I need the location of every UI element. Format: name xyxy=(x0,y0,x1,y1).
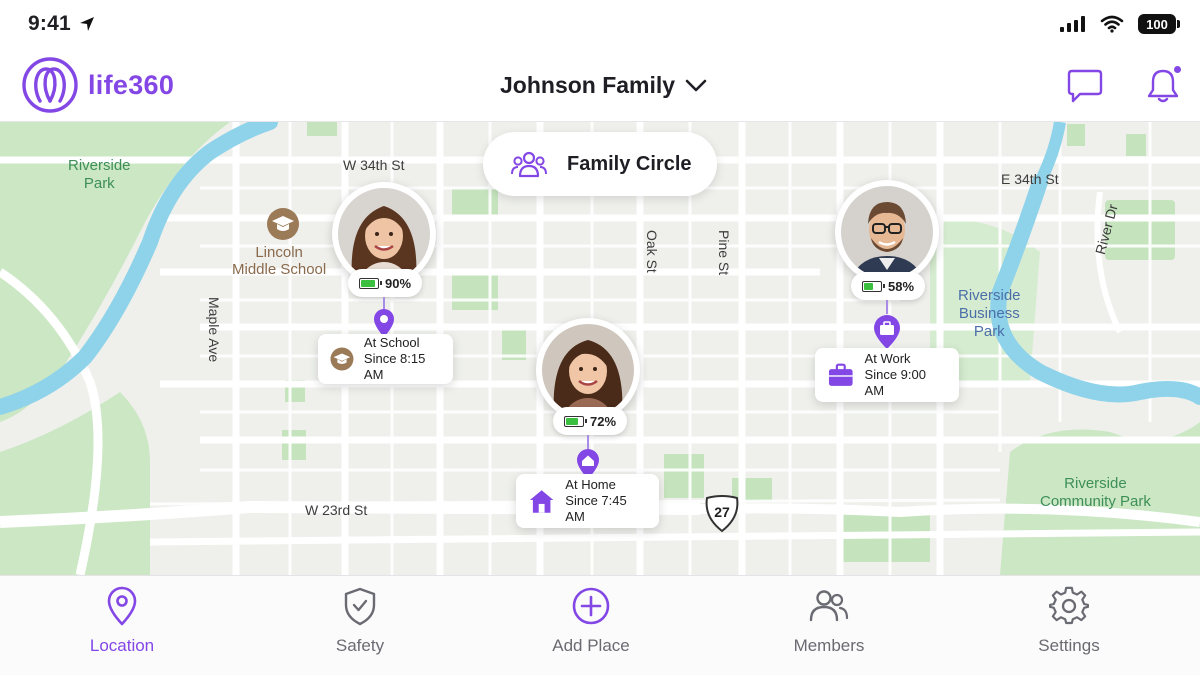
pin-stem-3 xyxy=(886,300,888,314)
battery-fill-2 xyxy=(566,417,578,425)
nav-label-location: Location xyxy=(89,636,155,655)
circle-selector[interactable]: Johnson Family xyxy=(500,72,707,99)
street-label-maple: Maple Ave xyxy=(206,297,222,363)
member-battery-text-1: 90% xyxy=(385,275,412,291)
chat-bubble-icon xyxy=(1067,69,1103,103)
gear-icon xyxy=(1049,586,1089,625)
battery-fill-1 xyxy=(361,279,376,287)
status-bar: 9:41 100 xyxy=(0,0,1200,50)
street-label-e34: E 34th St xyxy=(1001,171,1059,187)
street-label-pine: Pine St xyxy=(716,230,732,276)
nav-label-members: Members xyxy=(793,636,865,655)
member-battery-3: 58% xyxy=(851,272,926,300)
family-circle-label: Family Circle xyxy=(567,152,692,175)
place-since-home: Since 7:45 AM xyxy=(565,493,627,524)
member-battery-text-3: 58% xyxy=(888,278,915,294)
notification-badge xyxy=(1172,64,1183,75)
family-circle-button[interactable]: Family Circle xyxy=(483,132,717,196)
route-number: 27 xyxy=(714,504,730,520)
street-label-w23: W 23rd St xyxy=(305,502,368,518)
place-label-riverside-business: Riverside Business Park xyxy=(958,287,1021,340)
battery-icon xyxy=(862,280,885,292)
nav-label-safety: Safety xyxy=(335,636,385,655)
briefcase-pin-icon[interactable] xyxy=(872,314,902,350)
plus-circle-icon xyxy=(572,587,610,625)
life360-logo-icon xyxy=(22,57,78,113)
map-pin-icon xyxy=(107,586,137,626)
graduation-cap-icon xyxy=(330,347,354,371)
app-logo: life360 xyxy=(22,57,174,113)
circle-name: Johnson Family xyxy=(500,72,676,98)
member-battery-1: 90% xyxy=(348,269,423,297)
member-photo-girl xyxy=(338,188,430,280)
app-name: life360 xyxy=(88,69,175,100)
place-status-work: At Work xyxy=(864,351,911,366)
member-photo-man xyxy=(841,186,933,278)
nav-location[interactable]: Location xyxy=(42,586,202,656)
status-indicators: 100 xyxy=(1060,14,1180,34)
place-card-home[interactable]: At Home Since 7:45 AM xyxy=(516,474,659,528)
group-icon xyxy=(511,151,547,178)
street-label-oak: Oak St xyxy=(644,230,660,273)
wifi-icon xyxy=(1100,15,1124,33)
place-status-school: At School xyxy=(363,335,420,350)
nav-label-add-place: Add Place xyxy=(552,636,630,655)
nav-add-place[interactable]: Add Place xyxy=(511,586,671,656)
chat-button[interactable] xyxy=(1065,66,1105,106)
battery-percent: 100 xyxy=(1146,16,1168,32)
battery-icon xyxy=(564,415,587,427)
members-icon xyxy=(809,590,849,622)
house-icon xyxy=(529,490,554,513)
nav-settings[interactable]: Settings xyxy=(989,586,1149,656)
member-battery-2: 72% xyxy=(553,407,628,435)
bottom-navigation: Location Safety Add Place Members Settin… xyxy=(0,575,1200,675)
member-battery-text-2: 72% xyxy=(590,413,617,429)
battery-fill-3 xyxy=(864,282,874,290)
signal-icon xyxy=(1060,16,1085,32)
place-card-work[interactable]: At Work Since 9:00 AM xyxy=(815,348,959,402)
briefcase-icon xyxy=(828,363,853,386)
status-time: 9:41 xyxy=(28,12,71,35)
place-card-school[interactable]: At School Since 8:15 AM xyxy=(318,334,453,384)
member-photo-woman xyxy=(542,324,634,416)
map-view[interactable]: W 34th St E 34th St W 23rd St Maple Ave … xyxy=(0,122,1200,575)
nav-safety[interactable]: Safety xyxy=(280,586,440,656)
place-since-school: Since 8:15 AM xyxy=(363,351,426,382)
route-shield: 27 xyxy=(704,495,740,533)
shield-check-icon xyxy=(344,587,376,626)
graduation-cap-icon xyxy=(267,208,299,240)
location-arrow-icon xyxy=(80,17,94,31)
street-label-w34: W 34th St xyxy=(343,157,405,173)
place-status-home: At Home xyxy=(565,477,616,492)
member-avatar-3[interactable] xyxy=(835,180,939,284)
battery-icon xyxy=(359,277,382,289)
chevron-down-icon xyxy=(685,79,707,91)
battery-indicator: 100 xyxy=(1138,14,1180,34)
place-since-work: Since 9:00 AM xyxy=(864,367,926,398)
nav-label-settings: Settings xyxy=(1038,636,1100,655)
nav-members[interactable]: Members xyxy=(749,586,909,656)
notifications-button[interactable] xyxy=(1143,64,1183,106)
place-label-lincoln-school: Lincoln Middle School xyxy=(232,244,327,278)
park-label-riverside-community: Riverside Community Park xyxy=(1040,475,1151,510)
app-header: life360 Johnson Family xyxy=(0,50,1200,122)
park-label-riverside: Riverside Park xyxy=(68,157,131,192)
pin-stem-2 xyxy=(587,435,589,449)
